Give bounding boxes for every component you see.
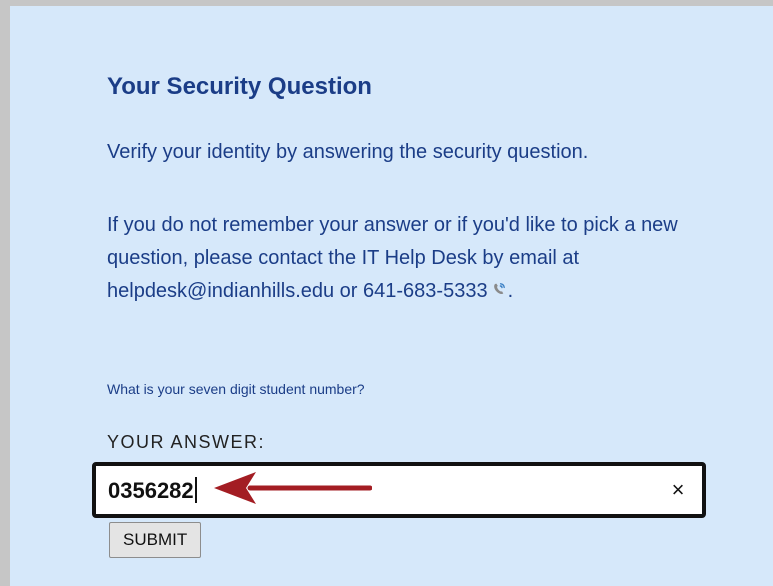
help-desk-contact-text: If you do not remember your answer or if… <box>107 214 678 302</box>
phone-call-icon[interactable] <box>491 275 507 308</box>
help-text: If you do not remember your answer or if… <box>107 209 707 308</box>
answer-label: YOUR ANSWER: <box>107 432 266 452</box>
answer-input-value[interactable]: 0356282 <box>108 477 197 504</box>
help-text-period: . <box>507 280 514 302</box>
submit-button[interactable]: SUBMIT <box>109 522 202 558</box>
red-arrow-annotation <box>214 472 372 504</box>
security-question: What is your seven digit student number? <box>107 381 365 397</box>
answer-input[interactable]: 0356282 × <box>92 462 706 518</box>
answer-text: 0356282 <box>108 478 194 503</box>
intro-text: Verify your identity by answering the se… <box>107 141 589 163</box>
text-cursor <box>194 477 197 503</box>
clear-icon[interactable]: × <box>666 478 690 502</box>
page-title: Your Security Question <box>107 73 372 100</box>
security-question-panel: Your Security Question Verify your ident… <box>0 0 773 586</box>
